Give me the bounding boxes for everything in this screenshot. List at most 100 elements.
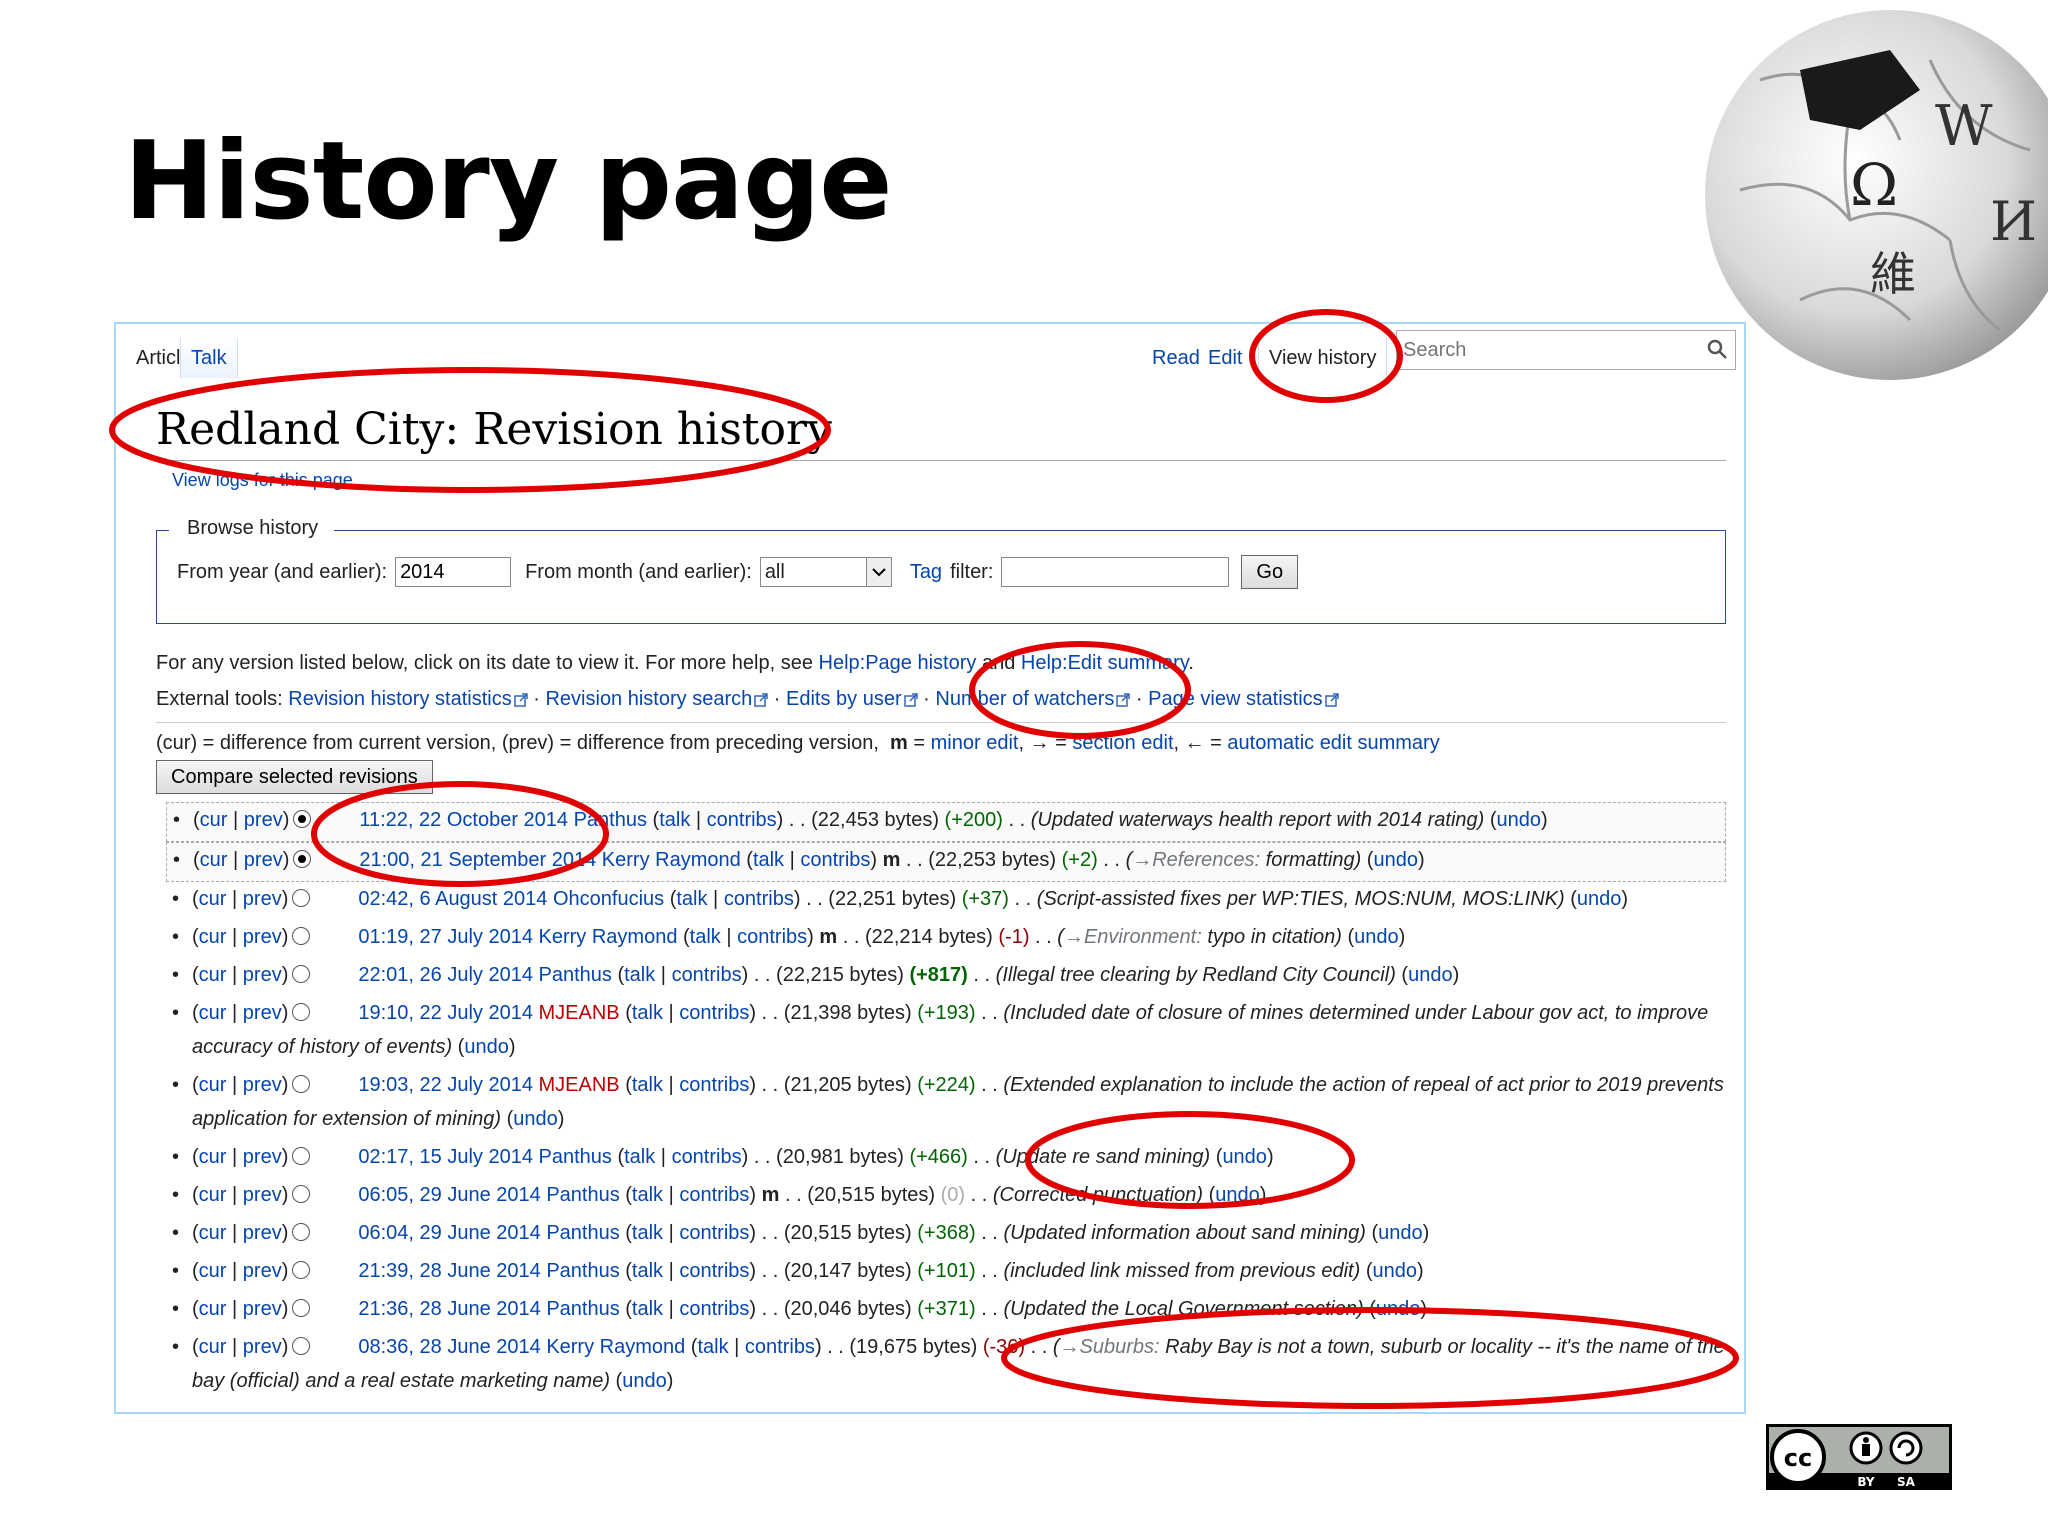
section-link[interactable]: →References:: [1132, 849, 1260, 871]
cur-link[interactable]: cur: [199, 1184, 227, 1206]
year-input[interactable]: [395, 557, 512, 587]
prev-link[interactable]: prev: [243, 926, 282, 948]
revision-date-link[interactable]: 19:03, 22 July 2014: [358, 1074, 533, 1096]
undo-link[interactable]: undo: [1373, 849, 1418, 871]
talk-link[interactable]: talk: [690, 926, 721, 948]
radio-button[interactable]: [292, 926, 311, 945]
help-edit-summary-link[interactable]: Help:Edit summary: [1021, 652, 1188, 674]
external-tool-link[interactable]: Page view statistics: [1148, 688, 1323, 710]
prev-link[interactable]: prev: [243, 1222, 282, 1244]
prev-link[interactable]: prev: [243, 1002, 282, 1024]
user-link[interactable]: Panthus: [546, 1222, 619, 1244]
prev-link[interactable]: prev: [243, 1146, 282, 1168]
revision-date-link[interactable]: 08:36, 28 June 2014: [358, 1336, 540, 1358]
section-link[interactable]: →Suburbs:: [1060, 1336, 1160, 1358]
talk-link[interactable]: talk: [697, 1336, 728, 1358]
radio-button[interactable]: [292, 1002, 311, 1021]
contribs-link[interactable]: contribs: [800, 849, 870, 871]
prev-link[interactable]: prev: [243, 1184, 282, 1206]
undo-link[interactable]: undo: [513, 1108, 558, 1130]
talk-link[interactable]: talk: [624, 964, 655, 986]
undo-link[interactable]: undo: [1215, 1184, 1260, 1206]
tab-edit[interactable]: Edit: [1198, 338, 1252, 378]
external-tool-link[interactable]: Revision history statistics: [288, 688, 511, 710]
user-link[interactable]: Panthus: [539, 964, 612, 986]
prev-link[interactable]: prev: [243, 1260, 282, 1282]
contribs-link[interactable]: contribs: [679, 1074, 749, 1096]
chevron-down-icon[interactable]: [865, 558, 891, 586]
user-link[interactable]: Ohconfucius: [553, 888, 664, 910]
tab-view-history[interactable]: View history: [1258, 338, 1388, 378]
cur-link[interactable]: cur: [199, 926, 227, 948]
prev-link[interactable]: prev: [244, 849, 283, 871]
contribs-link[interactable]: contribs: [679, 1260, 749, 1282]
external-tool-link[interactable]: Number of watchers: [935, 688, 1114, 710]
user-link[interactable]: Panthus: [546, 1184, 619, 1206]
radio-button[interactable]: [292, 1260, 311, 1279]
user-link[interactable]: Panthus: [574, 809, 647, 831]
talk-link[interactable]: talk: [676, 888, 707, 910]
radio-button[interactable]: [292, 1336, 311, 1355]
contribs-link[interactable]: contribs: [672, 1146, 742, 1168]
talk-link[interactable]: talk: [632, 1260, 663, 1282]
external-tool-link[interactable]: Revision history search: [545, 688, 752, 710]
radio-button[interactable]: [292, 1146, 311, 1165]
cur-link[interactable]: cur: [199, 1260, 227, 1282]
user-link[interactable]: Kerry Raymond: [546, 1336, 685, 1358]
undo-link[interactable]: undo: [1577, 888, 1622, 910]
user-link[interactable]: MJEANB: [539, 1074, 620, 1096]
prev-link[interactable]: prev: [243, 964, 282, 986]
user-link[interactable]: Panthus: [546, 1260, 619, 1282]
section-edit-link[interactable]: section edit: [1072, 732, 1173, 754]
external-tool-link[interactable]: Edits by user: [786, 688, 902, 710]
month-select[interactable]: all: [759, 557, 892, 587]
cur-link[interactable]: cur: [199, 1146, 227, 1168]
revision-date-link[interactable]: 22:01, 26 July 2014: [358, 964, 533, 986]
compare-selected-revisions-button[interactable]: Compare selected revisions: [156, 760, 433, 794]
undo-link[interactable]: undo: [1354, 926, 1399, 948]
undo-link[interactable]: undo: [1378, 1222, 1423, 1244]
prev-link[interactable]: prev: [244, 809, 283, 831]
user-link[interactable]: Kerry Raymond: [602, 849, 741, 871]
revision-date-link[interactable]: 21:00, 21 September 2014: [359, 849, 596, 871]
cur-link[interactable]: cur: [199, 1336, 227, 1358]
cur-link[interactable]: cur: [200, 849, 228, 871]
user-link[interactable]: Panthus: [546, 1298, 619, 1320]
undo-link[interactable]: undo: [622, 1370, 667, 1392]
revision-date-link[interactable]: 21:39, 28 June 2014: [358, 1260, 540, 1282]
radio-button[interactable]: [292, 1074, 311, 1093]
search-input[interactable]: [1397, 331, 1695, 369]
cur-link[interactable]: cur: [199, 1002, 227, 1024]
contribs-link[interactable]: contribs: [745, 1336, 815, 1358]
undo-link[interactable]: undo: [1497, 809, 1542, 831]
go-button[interactable]: Go: [1241, 555, 1299, 589]
talk-link[interactable]: talk: [624, 1146, 655, 1168]
contribs-link[interactable]: contribs: [679, 1002, 749, 1024]
revision-date-link[interactable]: 01:19, 27 July 2014: [358, 926, 533, 948]
radio-button[interactable]: [293, 809, 312, 828]
tag-link[interactable]: Tag: [910, 561, 942, 584]
section-link[interactable]: →Environment:: [1064, 926, 1202, 948]
talk-link[interactable]: talk: [632, 1002, 663, 1024]
radio-button[interactable]: [293, 849, 312, 868]
minor-edit-link[interactable]: minor edit: [931, 732, 1019, 754]
revision-date-link[interactable]: 02:17, 15 July 2014: [358, 1146, 533, 1168]
contribs-link[interactable]: contribs: [724, 888, 794, 910]
talk-link[interactable]: talk: [632, 1074, 663, 1096]
cur-link[interactable]: cur: [199, 888, 227, 910]
contribs-link[interactable]: contribs: [679, 1222, 749, 1244]
revision-date-link[interactable]: 06:04, 29 June 2014: [358, 1222, 540, 1244]
cur-link[interactable]: cur: [199, 964, 227, 986]
user-link[interactable]: Kerry Raymond: [539, 926, 678, 948]
radio-button[interactable]: [292, 964, 311, 983]
cur-link[interactable]: cur: [199, 1298, 227, 1320]
search-icon[interactable]: [1705, 337, 1729, 361]
cur-link[interactable]: cur: [200, 809, 228, 831]
cur-link[interactable]: cur: [199, 1074, 227, 1096]
undo-link[interactable]: undo: [1376, 1298, 1421, 1320]
talk-link[interactable]: talk: [632, 1184, 663, 1206]
tab-talk[interactable]: Talk: [180, 338, 238, 378]
undo-link[interactable]: undo: [1222, 1146, 1267, 1168]
revision-date-link[interactable]: 19:10, 22 July 2014: [358, 1002, 533, 1024]
automatic-edit-summary-link[interactable]: automatic edit summary: [1227, 732, 1439, 754]
